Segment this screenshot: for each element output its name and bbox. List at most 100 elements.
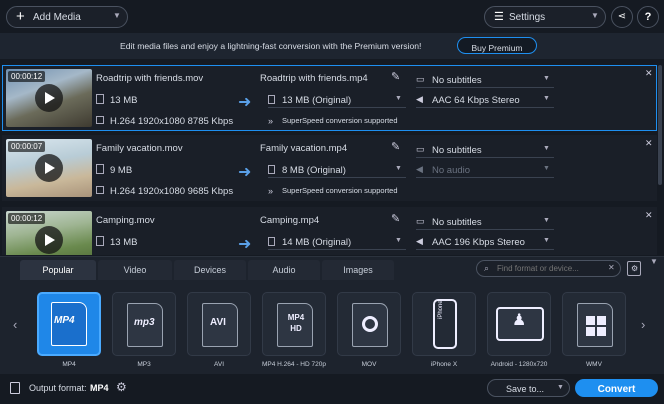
superspeed-note: SuperSpeed conversion supported xyxy=(282,116,398,125)
file-row[interactable]: 00:00:12 Camping.mov 13 MB ➜ Camping.mp4… xyxy=(2,207,657,255)
output-size: 8 MB (Original) xyxy=(282,165,346,176)
format-caption: MP4 xyxy=(62,361,76,368)
mp3-icon: mp3 xyxy=(127,303,163,347)
file-icon xyxy=(96,236,104,246)
windows-logo-icon xyxy=(586,316,606,336)
plus-icon: + xyxy=(16,8,25,25)
carousel-right-arrow[interactable]: › xyxy=(641,317,645,332)
format-card-mp4-hd[interactable]: MP4 HD xyxy=(262,292,326,356)
chevron-down-icon: ▼ xyxy=(113,11,121,20)
tab-video[interactable]: Video xyxy=(98,260,172,280)
output-size-select[interactable]: 13 MB (Original) ▼ xyxy=(268,92,406,108)
edit-icon[interactable]: ✎ xyxy=(391,140,400,153)
duration-badge: 00:00:12 xyxy=(8,213,46,224)
subtitles-select[interactable]: ▭ No subtitles ▼ xyxy=(416,142,554,158)
promo-bar: Edit media files and enjoy a lightning-f… xyxy=(0,33,664,59)
settings-label: Settings xyxy=(509,12,546,23)
audio-select[interactable]: ◀ AAC 196 Kbps Stereo ▼ xyxy=(416,234,554,250)
video-thumbnail[interactable]: 00:00:07 xyxy=(6,139,92,197)
iphone-icon: iPhone xyxy=(433,299,457,349)
tab-label: Audio xyxy=(272,265,296,275)
tablet-icon: ♟ xyxy=(496,307,544,341)
quicktime-q-icon xyxy=(362,316,378,332)
format-settings-button[interactable]: ⚙ xyxy=(627,261,641,276)
tab-popular[interactable]: Popular xyxy=(20,260,96,280)
format-card-mp3[interactable]: mp3 xyxy=(112,292,176,356)
chevron-down-icon: ▼ xyxy=(543,237,550,244)
output-size-select[interactable]: 8 MB (Original) ▼ xyxy=(268,162,406,178)
help-button[interactable]: ? xyxy=(637,6,659,28)
gear-icon: ⚙ xyxy=(631,264,639,273)
chevron-down-icon: ▼ xyxy=(557,384,564,391)
file-codec: H.264 1920x1080 8785 Kbps xyxy=(110,116,234,127)
tab-devices[interactable]: Devices xyxy=(174,260,246,280)
gear-icon[interactable]: ⚙ xyxy=(116,380,127,394)
file-row[interactable]: 00:00:12 Roadtrip with friends.mov 13 MB… xyxy=(2,65,657,131)
speaker-icon: ◀ xyxy=(416,236,423,246)
tab-images[interactable]: Images xyxy=(322,260,394,280)
edit-icon[interactable]: ✎ xyxy=(391,212,400,225)
tab-audio[interactable]: Audio xyxy=(248,260,320,280)
convert-button[interactable]: Convert xyxy=(575,379,658,397)
settings-button[interactable]: ☰ Settings ▼ xyxy=(484,6,606,28)
search-box[interactable]: ⌕ ✕ xyxy=(476,260,621,277)
file-list: 00:00:12 Roadtrip with friends.mov 13 MB… xyxy=(0,63,664,255)
save-to-button[interactable]: Save to... ▼ xyxy=(487,379,570,397)
add-media-button[interactable]: + Add Media ▼ xyxy=(6,6,128,28)
mp4-hd-icon: MP4 HD xyxy=(277,303,313,347)
format-caption: Android - 1280x720 xyxy=(490,361,548,368)
format-card-avi[interactable]: AVI xyxy=(187,292,251,356)
carousel-left-arrow[interactable]: ‹ xyxy=(13,317,17,332)
close-icon[interactable]: ✕ xyxy=(645,138,653,149)
audio-select[interactable]: ◀ No audio ▼ xyxy=(416,162,554,178)
play-button[interactable] xyxy=(35,84,63,112)
format-caption: MP4 H.264 - HD 720p xyxy=(262,361,326,368)
output-file-name: Roadtrip with friends.mp4 xyxy=(260,73,368,84)
format-badge: MP4 xyxy=(54,315,75,326)
format-card-wmv[interactable] xyxy=(562,292,626,356)
subtitles-select[interactable]: ▭ No subtitles ▼ xyxy=(416,214,554,230)
format-card-iphone[interactable]: iPhone xyxy=(412,292,476,356)
play-button[interactable] xyxy=(35,226,63,254)
share-button[interactable]: ⋖ xyxy=(611,6,633,28)
audio-value: AAC 196 Kbps Stereo xyxy=(432,237,525,248)
chevron-down-icon: ▼ xyxy=(543,217,550,224)
subtitles-select[interactable]: ▭ No subtitles ▼ xyxy=(416,72,554,88)
video-thumbnail[interactable]: 00:00:12 xyxy=(6,211,92,255)
format-card-android[interactable]: ♟ xyxy=(487,292,551,356)
format-badge: AVI xyxy=(210,317,226,328)
save-to-label: Save to... xyxy=(506,384,545,394)
play-button[interactable] xyxy=(35,154,63,182)
format-caption: iPhone X xyxy=(430,361,458,368)
arrow-right-icon: ➜ xyxy=(238,164,252,181)
format-card-mp4[interactable]: MP4 xyxy=(37,292,101,356)
file-row[interactable]: 00:00:07 Family vacation.mov 9 MB H.264 … xyxy=(2,135,657,201)
file-icon xyxy=(268,237,275,246)
format-badge: mp3 xyxy=(134,317,155,328)
file-icon xyxy=(268,95,275,104)
chevron-down-icon: ▼ xyxy=(395,95,402,102)
file-name: Camping.mov xyxy=(96,215,155,226)
close-icon[interactable]: ✕ xyxy=(645,210,653,221)
close-icon[interactable]: ✕ xyxy=(608,263,615,272)
speaker-icon: ◀ xyxy=(416,94,423,104)
video-thumbnail[interactable]: 00:00:12 xyxy=(6,69,92,127)
format-card-mov[interactable] xyxy=(337,292,401,356)
edit-icon[interactable]: ✎ xyxy=(391,70,400,83)
collapse-arrow-icon[interactable]: ▼ xyxy=(650,257,658,266)
share-icon: ⋖ xyxy=(617,11,627,22)
chevron-down-icon: ▼ xyxy=(395,237,402,244)
search-input[interactable] xyxy=(495,262,605,275)
output-size: 14 MB (Original) xyxy=(282,237,352,248)
output-format-value[interactable]: MP4 xyxy=(90,383,109,393)
lightning-icon: » xyxy=(268,186,274,196)
subtitles-value: No subtitles xyxy=(432,145,482,156)
buy-premium-button[interactable]: Buy Premium xyxy=(457,37,537,54)
close-icon[interactable]: ✕ xyxy=(645,68,653,79)
subtitles-icon: ▭ xyxy=(416,144,425,154)
scrollbar[interactable] xyxy=(658,65,662,185)
audio-select[interactable]: ◀ AAC 64 Kbps Stereo ▼ xyxy=(416,92,554,108)
play-icon xyxy=(45,234,55,246)
output-size-select[interactable]: 14 MB (Original) ▼ xyxy=(268,234,406,250)
subtitles-icon: ▭ xyxy=(416,74,425,84)
